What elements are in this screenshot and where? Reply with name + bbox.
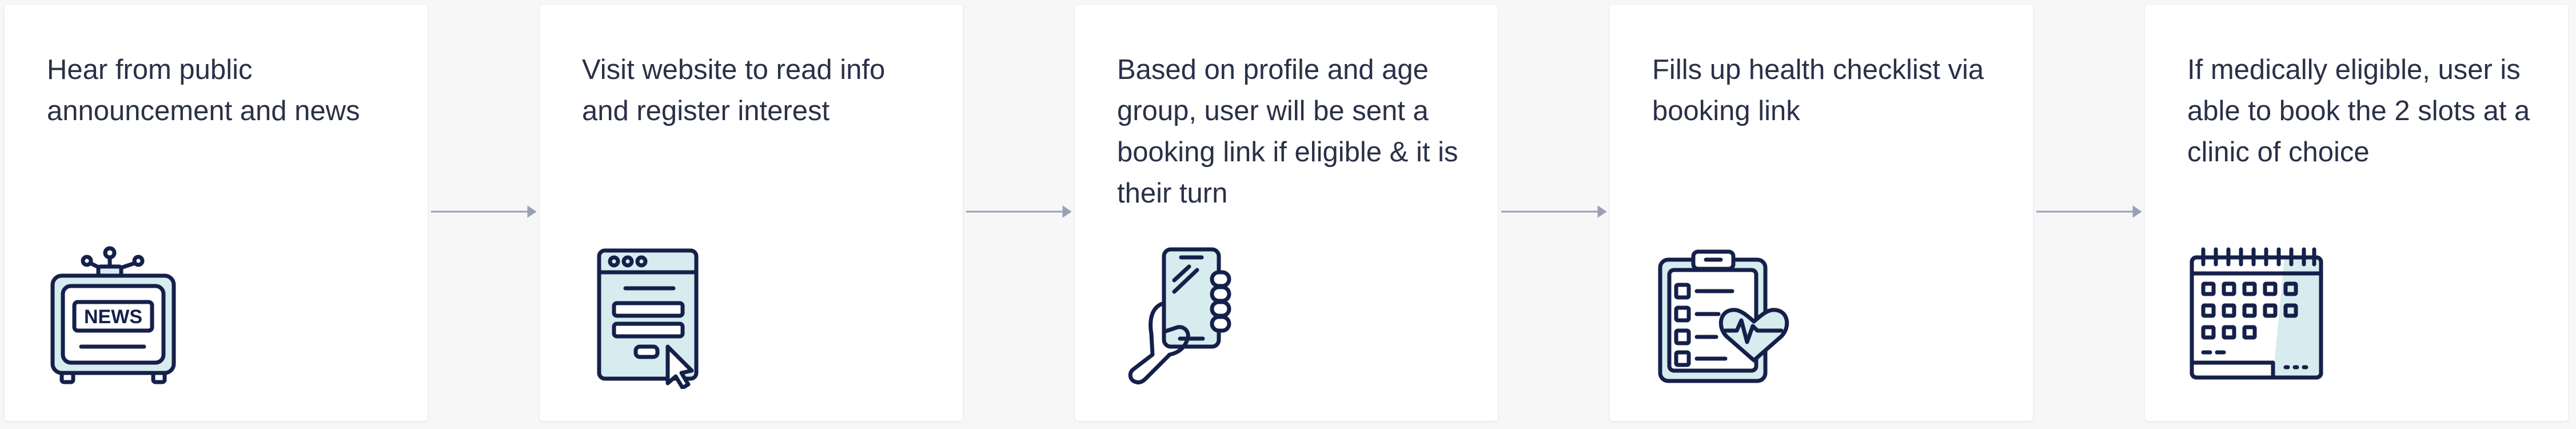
step-card-4: Fills up health checklist via booking li… — [1610, 5, 2033, 421]
flow-arrow-1 — [430, 205, 539, 219]
step-card-1: Hear from public announcement and news N… — [5, 5, 428, 421]
step-1-text: Hear from public announcement and news — [47, 54, 360, 126]
step-2-text: Visit website to read info and register … — [582, 54, 886, 126]
process-flow: Hear from public announcement and news N… — [0, 0, 2576, 429]
flow-arrow-3 — [1500, 205, 1609, 219]
step-card-2: Visit website to read info and register … — [540, 5, 963, 421]
step-3-text: Based on profile and age group, user wil… — [1117, 54, 1458, 209]
news-tv-icon: NEWS — [47, 240, 190, 389]
step-card-3: Based on profile and age group, user wil… — [1075, 5, 1498, 421]
health-checklist-icon — [1652, 240, 1795, 389]
phone-in-hand-icon — [1117, 240, 1260, 389]
news-label: NEWS — [84, 306, 142, 328]
step-card-5: If medically eligible, user is able to b… — [2145, 5, 2568, 421]
step-4-text: Fills up health checklist via booking li… — [1652, 54, 1984, 126]
step-5-text: If medically eligible, user is able to b… — [2187, 54, 2530, 168]
flow-arrow-4 — [2035, 205, 2144, 219]
calendar-icon — [2187, 240, 2330, 389]
flow-arrow-2 — [965, 205, 1074, 219]
browser-form-icon — [582, 240, 725, 389]
